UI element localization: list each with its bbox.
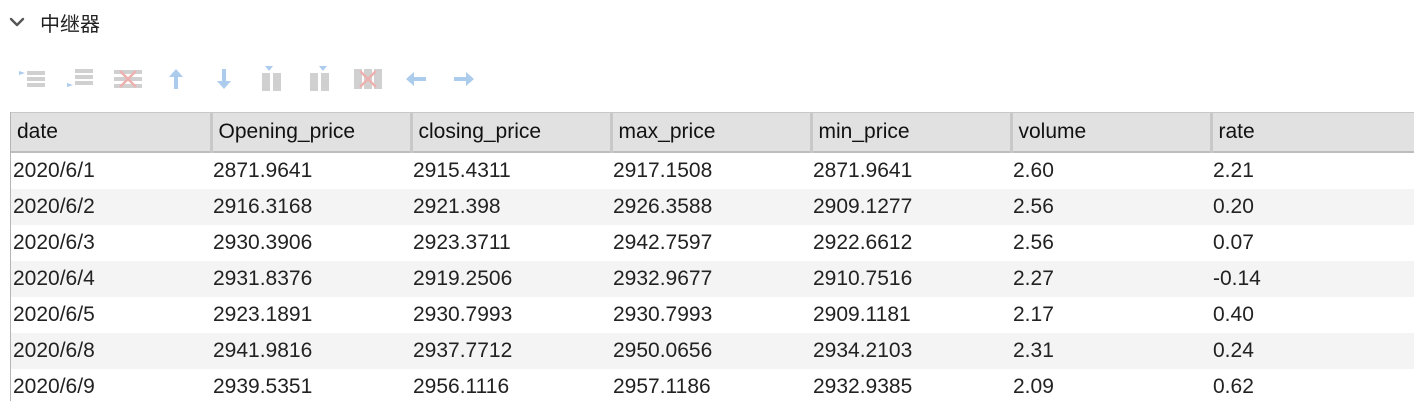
table-cell[interactable]: 2020/6/1 xyxy=(11,152,211,189)
table-cell[interactable]: 2.31 xyxy=(1011,333,1211,369)
insert-row-below-icon[interactable] xyxy=(62,64,98,94)
table-cell[interactable]: 2020/6/9 xyxy=(11,369,211,401)
table-cell[interactable]: 2.56 xyxy=(1011,225,1211,261)
table-cell[interactable]: 2910.7516 xyxy=(811,261,1011,297)
table-cell[interactable]: 2020/6/2 xyxy=(11,189,211,225)
delete-column-icon[interactable] xyxy=(350,64,386,94)
column-header-volume[interactable]: volume xyxy=(1011,112,1213,153)
table-cell[interactable]: 2.21 xyxy=(1211,152,1414,189)
table-row[interactable]: 2020/6/9 2939.5351 2956.1116 2957.1186 2… xyxy=(11,369,1414,401)
table-cell[interactable]: 2871.9641 xyxy=(811,152,1011,189)
table-cell[interactable]: 0.40 xyxy=(1211,297,1414,333)
table-cell[interactable]: 2939.5351 xyxy=(211,369,411,401)
table-cell[interactable]: 2921.398 xyxy=(411,189,611,225)
table-cell[interactable]: 2930.7993 xyxy=(411,297,611,333)
table-row[interactable]: 2020/6/5 2923.1891 2930.7993 2930.7993 2… xyxy=(11,297,1414,333)
table-cell[interactable]: 2956.1116 xyxy=(411,369,611,401)
insert-column-left-icon[interactable] xyxy=(254,64,290,94)
panel-title: 中继器 xyxy=(40,13,100,36)
delete-row-icon[interactable] xyxy=(110,64,146,94)
table-cell[interactable]: 0.07 xyxy=(1211,225,1414,261)
table-cell[interactable]: 2.17 xyxy=(1011,297,1211,333)
column-header-closing-price[interactable]: closing_price xyxy=(411,112,613,153)
insert-row-above-icon[interactable] xyxy=(14,64,50,94)
table-cell[interactable]: 0.62 xyxy=(1211,369,1414,401)
data-table: date Opening_price closing_price max_pri… xyxy=(11,112,1414,401)
column-header-date[interactable]: date xyxy=(11,112,213,153)
move-up-icon[interactable] xyxy=(158,64,194,94)
table-cell[interactable]: 2919.2506 xyxy=(411,261,611,297)
table-row[interactable]: 2020/6/8 2941.9816 2937.7712 2950.0656 2… xyxy=(11,333,1414,369)
table-cell[interactable]: 2930.3906 xyxy=(211,225,411,261)
table-row[interactable]: 2020/6/4 2931.8376 2919.2506 2932.9677 2… xyxy=(11,261,1414,297)
table-cell[interactable]: 2020/6/8 xyxy=(11,333,211,369)
table-cell[interactable]: 2923.3711 xyxy=(411,225,611,261)
table-cell[interactable]: 2923.1891 xyxy=(211,297,411,333)
table-cell[interactable]: 2909.1277 xyxy=(811,189,1011,225)
table-cell[interactable]: 2020/6/3 xyxy=(11,225,211,261)
column-header-opening-price[interactable]: Opening_price xyxy=(211,112,413,153)
toolbar xyxy=(14,62,494,96)
table-row[interactable]: 2020/6/3 2930.3906 2923.3711 2942.7597 2… xyxy=(11,225,1414,261)
table-cell[interactable]: 2916.3168 xyxy=(211,189,411,225)
table-cell[interactable]: 2942.7597 xyxy=(611,225,811,261)
move-left-icon[interactable] xyxy=(398,64,434,94)
table-cell[interactable]: 2917.1508 xyxy=(611,152,811,189)
table-cell[interactable]: 0.20 xyxy=(1211,189,1414,225)
table-cell[interactable]: 2.09 xyxy=(1011,369,1211,401)
table-cell[interactable]: 0.24 xyxy=(1211,333,1414,369)
table-cell[interactable]: 2931.8376 xyxy=(211,261,411,297)
move-right-icon[interactable] xyxy=(446,64,482,94)
table-cell[interactable]: 2950.0656 xyxy=(611,333,811,369)
column-header-max-price[interactable]: max_price xyxy=(611,112,813,153)
table-cell[interactable]: 2.27 xyxy=(1011,261,1211,297)
table-cell[interactable]: 2915.4311 xyxy=(411,152,611,189)
table-row[interactable]: 2020/6/1 2871.9641 2915.4311 2917.1508 2… xyxy=(11,152,1414,189)
table-cell[interactable]: 2937.7712 xyxy=(411,333,611,369)
table-cell[interactable]: 2020/6/4 xyxy=(11,261,211,297)
table-cell[interactable]: 2926.3588 xyxy=(611,189,811,225)
column-header-rate[interactable]: rate xyxy=(1211,112,1414,153)
move-down-icon[interactable] xyxy=(206,64,242,94)
chevron-down-icon[interactable] xyxy=(8,13,26,31)
table-cell[interactable]: 2957.1186 xyxy=(611,369,811,401)
table-row[interactable]: 2020/6/2 2916.3168 2921.398 2926.3588 29… xyxy=(11,189,1414,225)
table-cell[interactable]: 2909.1181 xyxy=(811,297,1011,333)
insert-column-right-icon[interactable] xyxy=(302,64,338,94)
table-cell[interactable]: 2941.9816 xyxy=(211,333,411,369)
table-cell[interactable]: 2930.7993 xyxy=(611,297,811,333)
table-cell[interactable]: 2871.9641 xyxy=(211,152,411,189)
table-cell[interactable]: 2934.2103 xyxy=(811,333,1011,369)
header-row: date Opening_price closing_price max_pri… xyxy=(11,112,1414,153)
table-cell[interactable]: 2932.9677 xyxy=(611,261,811,297)
table-cell[interactable]: 2932.9385 xyxy=(811,369,1011,401)
panel-header[interactable]: 中继器 xyxy=(0,0,1414,44)
table-cell[interactable]: -0.14 xyxy=(1211,261,1414,297)
table-cell[interactable]: 2.56 xyxy=(1011,189,1211,225)
table-cell[interactable]: 2020/6/5 xyxy=(11,297,211,333)
data-grid[interactable]: date Opening_price closing_price max_pri… xyxy=(10,112,1414,401)
column-header-min-price[interactable]: min_price xyxy=(811,112,1013,153)
table-cell[interactable]: 2.60 xyxy=(1011,152,1211,189)
table-cell[interactable]: 2922.6612 xyxy=(811,225,1011,261)
